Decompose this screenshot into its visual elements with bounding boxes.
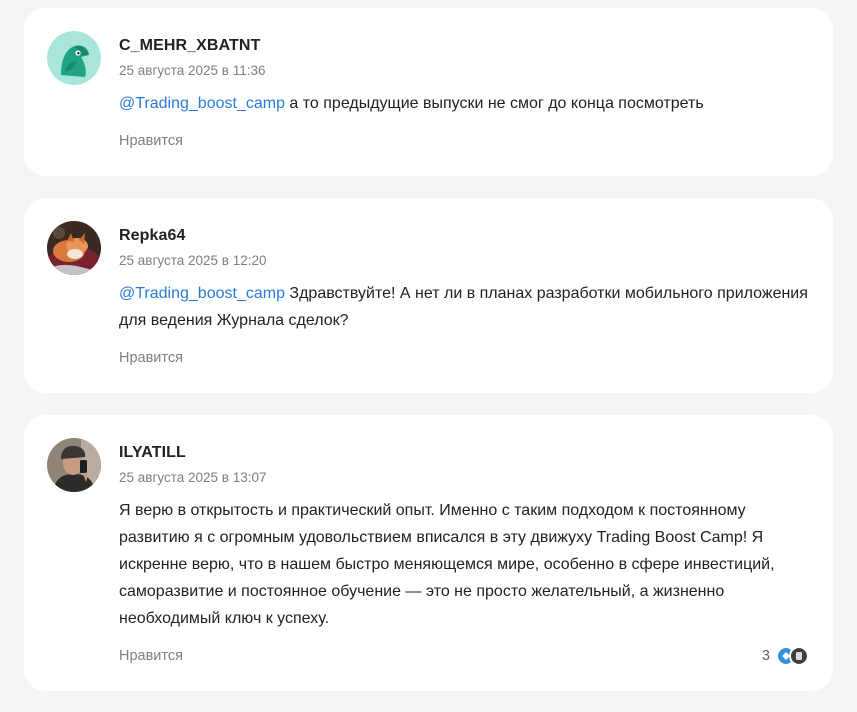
comment-text: Я верю в открытость и практический опыт.…	[119, 502, 775, 627]
author-name[interactable]: C_MEHR_XBATNT	[119, 37, 260, 55]
avatar[interactable]	[47, 221, 101, 275]
mention-link[interactable]: @Trading_boost_camp	[119, 95, 285, 112]
parrot-avatar-icon	[47, 31, 101, 85]
person-photo-avatar-icon	[47, 438, 101, 492]
like-button[interactable]: Нравится	[119, 350, 183, 366]
reactions-count: 3	[761, 648, 770, 664]
author-name[interactable]: Repka64	[119, 227, 186, 245]
comment-text: @Trading_boost_camp Здравствуйте! А нет …	[119, 280, 809, 334]
like-button[interactable]: Нравится	[119, 648, 183, 664]
reactions[interactable]: 3	[762, 646, 809, 666]
comment-card: ILYATILL 25 августа 2025 в 13:07 Я верю …	[24, 415, 833, 691]
like-button[interactable]: Нравится	[119, 133, 183, 149]
reaction-avatar-icon	[789, 646, 809, 666]
comment-card: C_MEHR_XBATNT 25 августа 2025 в 11:36 @T…	[24, 8, 833, 176]
comment-body: а то предыдущие выпуски не смог до конца…	[284, 95, 704, 112]
comment-text: @Trading_boost_camp а то предыдущие выпу…	[119, 90, 809, 117]
mention-link[interactable]: @Trading_boost_camp	[119, 285, 285, 302]
comment-card: Repka64 25 августа 2025 в 12:20 @Trading…	[24, 198, 833, 393]
cat-photo-avatar-icon	[47, 221, 101, 275]
dark-logo-icon	[791, 648, 807, 664]
comment-date: 25 августа 2025 в 11:36	[119, 63, 266, 78]
avatar[interactable]	[47, 438, 101, 492]
comment-date: 25 августа 2025 в 12:20	[119, 253, 267, 268]
avatar[interactable]	[47, 31, 101, 85]
author-name[interactable]: ILYATILL	[119, 444, 186, 462]
comment-date: 25 августа 2025 в 13:07	[119, 470, 267, 485]
